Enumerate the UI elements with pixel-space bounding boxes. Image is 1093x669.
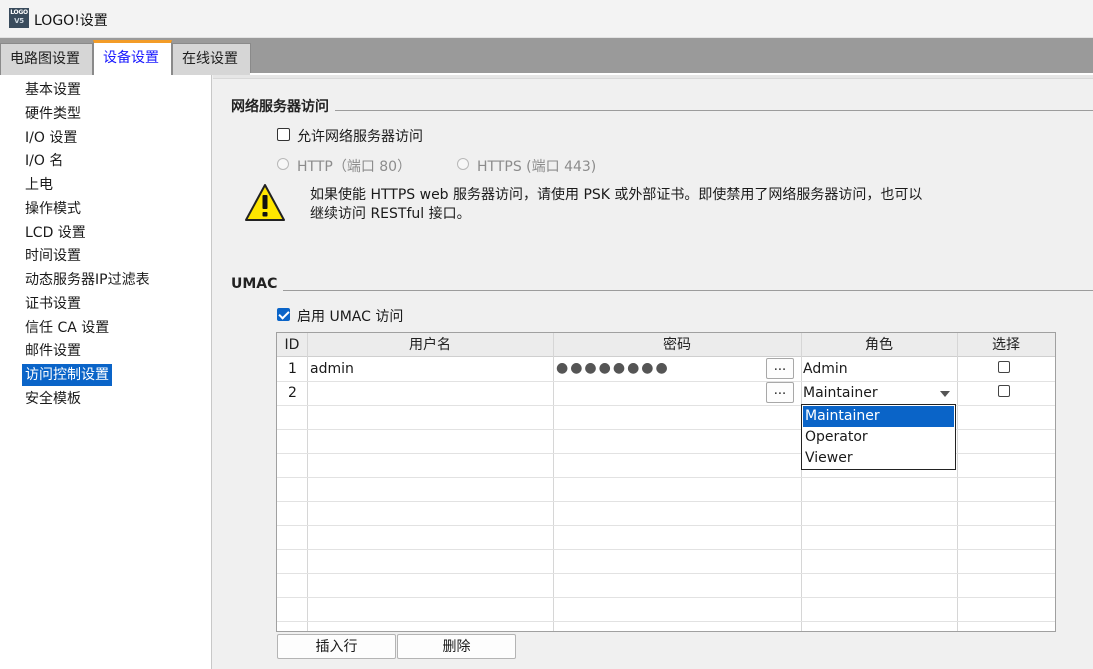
sidebar-item-trusted-ca[interactable]: 信任 CA 设置 bbox=[22, 317, 112, 339]
sidebar-item-io-settings[interactable]: I/O 设置 bbox=[22, 127, 80, 149]
sidebar-item-certificates[interactable]: 证书设置 bbox=[22, 293, 84, 315]
column-divider bbox=[553, 333, 554, 631]
https-radio[interactable] bbox=[457, 158, 469, 170]
http-radio[interactable] bbox=[277, 158, 289, 170]
row-divider bbox=[277, 621, 1055, 622]
tab-strip: 电路图设置 设备设置 在线设置 bbox=[0, 38, 1093, 75]
warning-line-1: 如果使能 HTTPS web 服务器访问，请使用 PSK 或外部证书。即使禁用了… bbox=[310, 187, 923, 203]
window-title: LOGO!设置 bbox=[34, 13, 108, 29]
role-option-operator[interactable]: Operator bbox=[803, 427, 954, 448]
app-icon-text-top: LOGO bbox=[10, 9, 28, 16]
enable-umac-label: 启用 UMAC 访问 bbox=[297, 309, 404, 325]
row-1-username[interactable]: admin bbox=[310, 358, 354, 380]
sidebar-item-basic[interactable]: 基本设置 bbox=[22, 79, 84, 101]
row-1-id: 1 bbox=[288, 361, 297, 377]
http-radio-label: HTTP（端口 80） bbox=[297, 159, 412, 175]
row-1-role[interactable]: Admin bbox=[803, 358, 848, 380]
role-dropdown-list: Maintainer Operator Viewer bbox=[801, 404, 956, 470]
sidebar-item-hardware-type[interactable]: 硬件类型 bbox=[22, 103, 84, 125]
column-divider bbox=[307, 333, 308, 631]
https-warning-text: 如果使能 HTTPS web 服务器访问，请使用 PSK 或外部证书。即使禁用了… bbox=[310, 186, 950, 224]
row-1-password-browse-button[interactable]: ... bbox=[766, 358, 794, 379]
row-2-password-browse-button[interactable]: ... bbox=[766, 382, 794, 403]
tab-device-settings[interactable]: 设备设置 bbox=[93, 40, 172, 75]
allow-webserver-checkbox[interactable] bbox=[277, 128, 290, 141]
webserver-section-rule bbox=[231, 110, 1093, 111]
row-divider bbox=[277, 525, 1055, 526]
chevron-down-icon[interactable] bbox=[940, 391, 950, 397]
column-header-select[interactable]: 选择 bbox=[957, 333, 1055, 357]
sidebar-item-power-on[interactable]: 上电 bbox=[22, 174, 56, 196]
https-radio-label: HTTPS (端口 443) bbox=[477, 159, 597, 175]
column-header-id[interactable]: ID bbox=[277, 333, 307, 357]
users-table: ID 用户名 密码 角色 选择 1 admin ●●●●●●●● ... Adm… bbox=[276, 332, 1056, 632]
logo-app-icon: LOGO V5 bbox=[9, 8, 29, 28]
warning-line-2: 继续访问 RESTful 接口。 bbox=[310, 206, 471, 222]
sidebar-item-security-template[interactable]: 安全模板 bbox=[22, 388, 84, 410]
sidebar-item-operating-mode[interactable]: 操作模式 bbox=[22, 198, 84, 220]
column-header-username[interactable]: 用户名 bbox=[307, 333, 553, 357]
delete-button[interactable]: 删除 bbox=[397, 634, 516, 659]
umac-section-title: UMAC bbox=[231, 276, 284, 292]
row-divider bbox=[277, 477, 1055, 478]
row-2-select-checkbox[interactable] bbox=[998, 385, 1010, 397]
app-icon-text-bottom: V5 bbox=[14, 17, 24, 25]
sidebar-item-access-control[interactable]: 访问控制设置 bbox=[22, 364, 112, 386]
row-divider bbox=[277, 573, 1055, 574]
allow-webserver-label: 允许网络服务器访问 bbox=[297, 129, 423, 145]
role-option-viewer[interactable]: Viewer bbox=[803, 448, 954, 469]
warning-triangle-icon bbox=[245, 184, 285, 221]
tab-circuit-settings[interactable]: 电路图设置 bbox=[0, 43, 93, 75]
row-2-role-combobox[interactable]: Maintainer bbox=[803, 382, 878, 404]
row-divider bbox=[277, 381, 1055, 382]
tab-online-settings[interactable]: 在线设置 bbox=[172, 43, 251, 75]
column-header-password[interactable]: 密码 bbox=[553, 333, 801, 357]
title-bar: LOGO V5 LOGO!设置 bbox=[0, 0, 1093, 38]
sidebar-item-io-names[interactable]: I/O 名 bbox=[22, 150, 66, 172]
row-divider bbox=[277, 549, 1055, 550]
column-header-role[interactable]: 角色 bbox=[801, 333, 957, 357]
sidebar-item-ip-filter[interactable]: 动态服务器IP过滤表 bbox=[22, 269, 153, 291]
column-divider bbox=[801, 333, 802, 631]
row-2-id: 2 bbox=[288, 385, 297, 401]
settings-sidebar: 基本设置 硬件类型 I/O 设置 I/O 名 上电 操作模式 LCD 设置 时间… bbox=[0, 75, 212, 669]
umac-section-rule bbox=[231, 290, 1093, 291]
row-1-password[interactable]: ●●●●●●●● bbox=[556, 360, 670, 376]
insert-row-button[interactable]: 插入行 bbox=[277, 634, 396, 659]
row-divider bbox=[277, 597, 1055, 598]
role-option-maintainer[interactable]: Maintainer bbox=[803, 406, 954, 427]
row-divider bbox=[277, 501, 1055, 502]
row-1-select-checkbox[interactable] bbox=[998, 361, 1010, 373]
sidebar-item-lcd[interactable]: LCD 设置 bbox=[22, 222, 89, 244]
sidebar-item-time[interactable]: 时间设置 bbox=[22, 245, 84, 267]
column-divider bbox=[957, 333, 958, 631]
webserver-section-title: 网络服务器访问 bbox=[231, 96, 335, 116]
enable-umac-checkbox[interactable] bbox=[277, 308, 290, 321]
main-top-border bbox=[213, 75, 1093, 79]
sidebar-item-email[interactable]: 邮件设置 bbox=[22, 340, 84, 362]
